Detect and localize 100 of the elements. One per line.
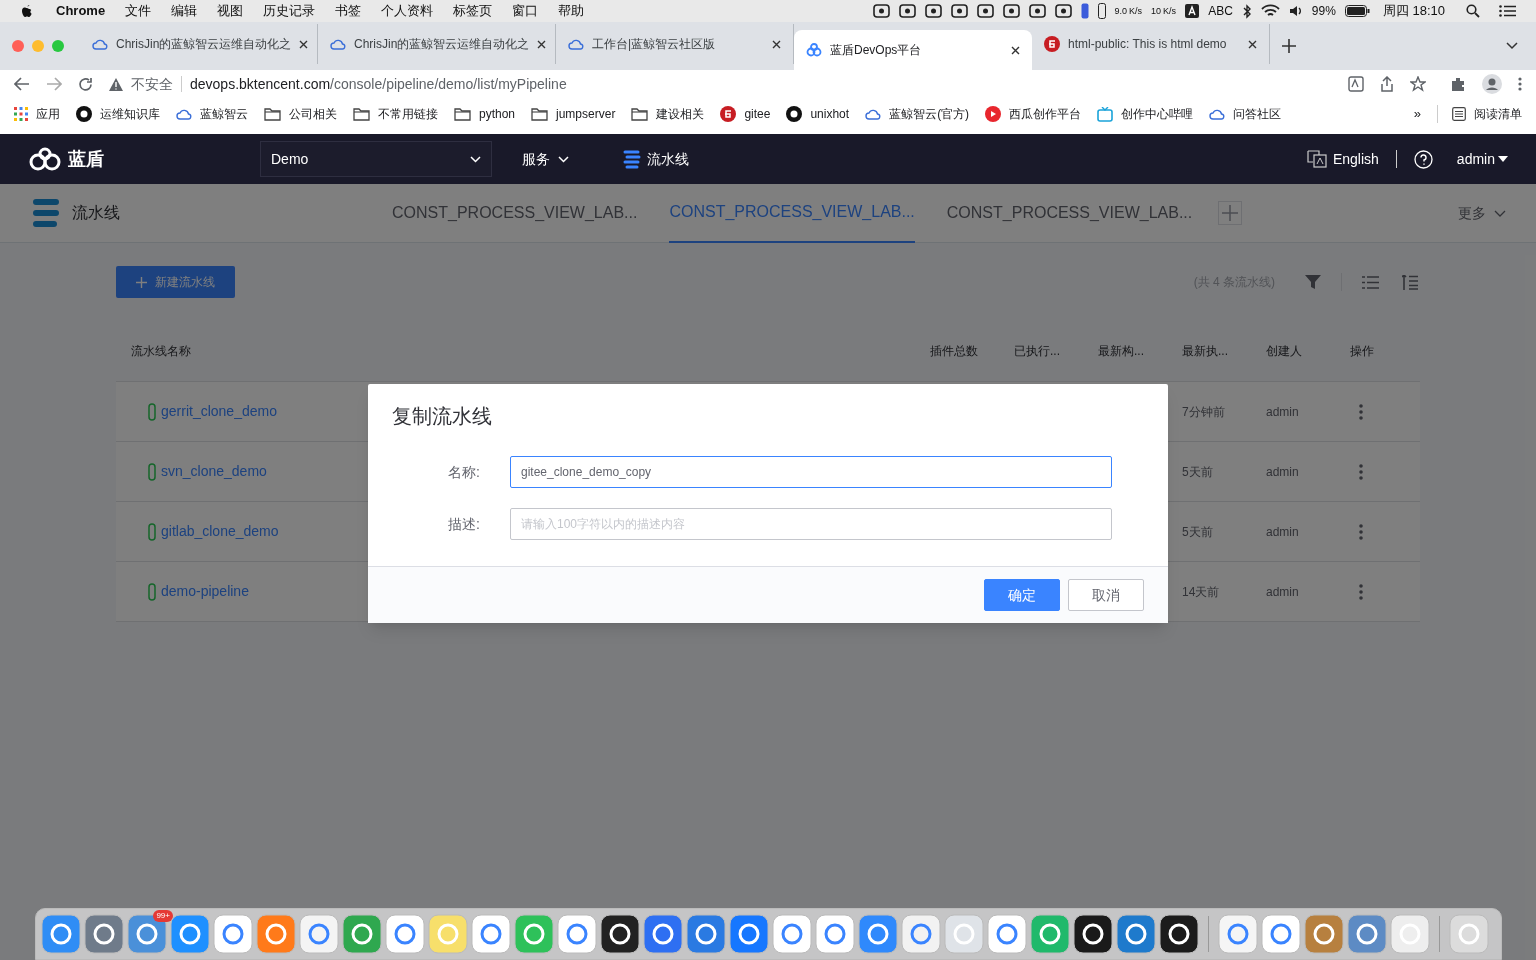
sort-icon[interactable] (1402, 274, 1418, 290)
bookmark[interactable]: 运维知识库 (76, 105, 160, 123)
menu-item[interactable]: 帮助 (558, 1, 585, 21)
bookmark[interactable]: 创作中心哔哩 (1097, 105, 1194, 123)
volume-icon[interactable] (1288, 4, 1303, 18)
share-icon[interactable] (1380, 76, 1394, 92)
reload-icon[interactable] (78, 76, 93, 92)
list-view-icon[interactable] (1362, 275, 1379, 289)
close-icon[interactable] (1011, 45, 1020, 55)
column-header[interactable]: 插件总数 (930, 341, 978, 360)
bookmark[interactable]: 公司相关 (264, 105, 337, 123)
table-cell-text: 14天前 (1182, 583, 1220, 601)
tray-icon[interactable] (1028, 4, 1046, 18)
more-bookmarks-button[interactable]: » (1413, 104, 1421, 124)
tray-icon[interactable] (1002, 4, 1020, 18)
close-icon[interactable] (299, 39, 309, 49)
close-icon[interactable] (772, 39, 781, 49)
column-header[interactable]: 操作 (1350, 341, 1374, 360)
app-icon[interactable] (1073, 914, 1113, 954)
bookmark[interactable]: 建设相关 (631, 105, 705, 123)
more-icon[interactable] (1518, 77, 1522, 91)
search-icon[interactable] (1466, 4, 1480, 18)
bookmark[interactable]: 蓝鲸智云 (176, 105, 248, 123)
pipeline-nav-link[interactable]: 流水线 (623, 148, 689, 170)
more-vertical-icon[interactable] (1359, 403, 1363, 420)
tray-icon[interactable] (924, 4, 942, 18)
reading-list-button[interactable]: 阅读清单 (1437, 105, 1522, 123)
input-source-icon[interactable] (1185, 4, 1200, 18)
bookmark[interactable]: 不常用链接 (353, 105, 438, 123)
project-select[interactable]: Demo (260, 141, 492, 177)
menu-item[interactable]: 文件 (125, 1, 152, 21)
column-header[interactable]: 最新构... (1098, 341, 1144, 360)
language-link[interactable]: English (1306, 148, 1379, 170)
extensions-icon[interactable] (1450, 76, 1466, 92)
menu-item[interactable]: 个人资料 (381, 1, 434, 21)
menu-clock[interactable]: 周四 18:10 (1382, 1, 1445, 21)
back-icon[interactable] (14, 77, 30, 91)
bookmark[interactable]: python (454, 105, 516, 123)
filter-icon[interactable] (1305, 274, 1321, 290)
cancel-button[interactable]: 取消 (1068, 579, 1144, 611)
more-vertical-icon[interactable] (1359, 583, 1363, 600)
logo-text[interactable]: 蓝盾 (68, 145, 104, 173)
warning-icon[interactable] (109, 77, 123, 91)
column-header[interactable]: 流水线名称 (131, 341, 191, 360)
translate-icon[interactable] (1348, 76, 1364, 92)
github-logo-icon (76, 106, 92, 122)
confirm-button[interactable]: 确定 (984, 579, 1060, 611)
url-text[interactable]: devops.bktencent.com/console/pipeline/demo/list/myPipeline (190, 73, 567, 95)
app-icon[interactable] (600, 914, 640, 954)
bookmark[interactable]: jumpserver (531, 105, 616, 123)
bookmark[interactable]: unixhot (786, 105, 850, 123)
browser-tab[interactable]: ChrisJin的蓝鲸智云运维自动化之 (80, 24, 318, 64)
browser-tab[interactable]: 蓝盾DevOps平台 (794, 30, 1032, 70)
bookmark[interactable]: 蓝鲸智云(官方) (865, 105, 970, 123)
new-tab-icon[interactable] (1282, 39, 1296, 53)
security-label[interactable]: 不安全 (131, 73, 173, 95)
app-menu[interactable]: Chrome (56, 1, 106, 21)
menu-item[interactable]: 编辑 (171, 1, 198, 21)
services-menu[interactable]: 服务 (522, 148, 569, 170)
close-icon[interactable] (537, 39, 547, 49)
user-menu[interactable]: admin (1456, 148, 1508, 170)
battery-icon[interactable] (1344, 5, 1370, 17)
input-source-text[interactable]: ABC (1208, 2, 1233, 20)
browser-tab[interactable]: html-public: This is html demo (1032, 24, 1270, 64)
column-header[interactable]: 最新执... (1182, 341, 1228, 360)
menu-icon[interactable] (1499, 5, 1516, 17)
close-icon[interactable] (1248, 39, 1257, 49)
menu-item[interactable]: 窗口 (512, 1, 539, 21)
bookmark[interactable]: 问答社区 (1209, 105, 1282, 123)
star-icon[interactable] (1410, 76, 1426, 92)
name-input[interactable]: gitee_clone_demo_copy (510, 456, 1112, 488)
devops-logo-icon (806, 43, 822, 57)
forward-icon[interactable] (46, 77, 62, 91)
tray-icon[interactable] (950, 4, 968, 18)
tray-icon[interactable] (872, 4, 890, 18)
tray-icon[interactable] (976, 4, 994, 18)
pipeline-logo-icon (30, 197, 62, 229)
apple-icon[interactable] (20, 3, 34, 19)
help-icon[interactable] (1413, 149, 1433, 169)
column-header[interactable]: 已执行... (1014, 341, 1060, 360)
bookmark[interactable]: 西瓜创作平台 (985, 105, 1082, 123)
more-vertical-icon[interactable] (1359, 523, 1363, 540)
window-control-icon[interactable] (12, 40, 24, 52)
more-vertical-icon[interactable] (1359, 463, 1363, 480)
tray-icon[interactable] (898, 4, 916, 18)
browser-tab[interactable]: ChrisJin的蓝鲸智云运维自动化之 (318, 24, 556, 64)
menu-item[interactable]: 历史记录 (263, 1, 316, 21)
logo-icon[interactable] (28, 146, 62, 172)
app-icon[interactable] (1159, 914, 1199, 954)
bluetooth-icon[interactable] (1241, 3, 1252, 19)
column-header[interactable]: 创建人 (1266, 341, 1302, 360)
bookmark[interactable]: gitee (720, 105, 771, 123)
bookmark[interactable]: 应用 (14, 105, 60, 123)
tray-icon[interactable] (1054, 4, 1072, 18)
wifi-icon[interactable] (1260, 4, 1280, 18)
menu-item[interactable]: 书签 (335, 1, 362, 21)
menu-item[interactable]: 视图 (217, 1, 244, 21)
profile-icon[interactable] (1482, 74, 1502, 94)
menu-item[interactable]: 标签页 (453, 1, 493, 21)
caret-icon[interactable] (1506, 42, 1518, 50)
